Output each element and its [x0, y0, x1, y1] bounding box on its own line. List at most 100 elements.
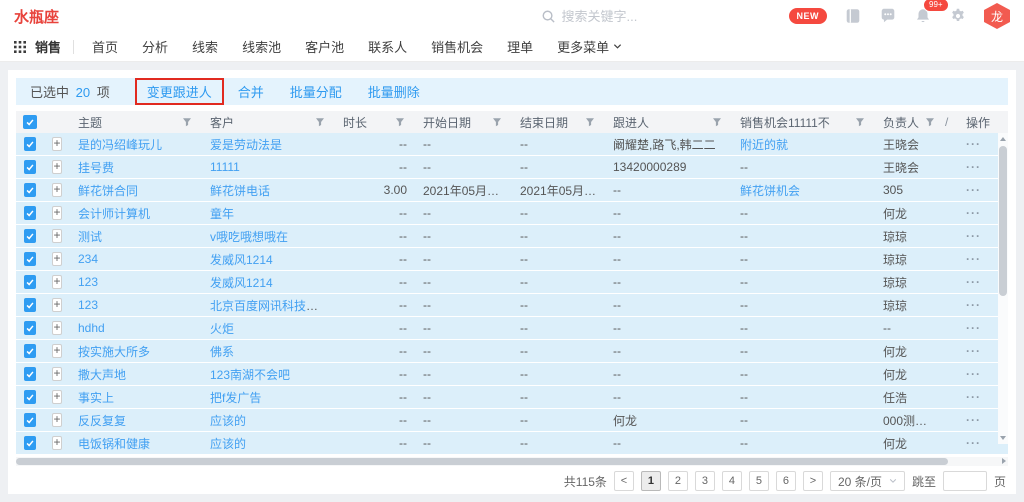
row-checkbox[interactable]	[24, 183, 36, 197]
row-checkbox[interactable]	[24, 321, 36, 335]
opportunity-link[interactable]: --	[740, 367, 748, 381]
nav-item[interactable]: 线索池	[242, 37, 281, 56]
chat-icon[interactable]	[879, 7, 897, 25]
opportunity-link[interactable]: --	[740, 206, 748, 220]
row-actions-button[interactable]: ···	[966, 137, 981, 151]
column-header[interactable]: 客户	[202, 111, 335, 133]
settings-gear-icon[interactable]	[949, 7, 967, 25]
opportunity-link[interactable]: --	[740, 229, 748, 243]
row-checkbox[interactable]	[24, 275, 36, 289]
row-actions-button[interactable]: ···	[966, 206, 981, 220]
notifications-button[interactable]: 99+	[914, 7, 932, 25]
vertical-scrollbar[interactable]	[998, 133, 1008, 444]
row-actions-button[interactable]: ···	[966, 275, 981, 289]
prev-page-button[interactable]: <	[614, 471, 634, 491]
row-checkbox[interactable]	[24, 436, 36, 450]
row-checkbox[interactable]	[24, 367, 36, 381]
row-actions-button[interactable]: ···	[966, 436, 981, 450]
nav-item[interactable]: 线索	[192, 37, 218, 56]
subject-link[interactable]: 测试	[78, 230, 102, 244]
row-actions-button[interactable]: ···	[966, 183, 981, 197]
subject-link[interactable]: 电饭锅和健康	[78, 437, 150, 451]
opportunity-link[interactable]: --	[740, 252, 748, 266]
row-expand-button[interactable]: +	[52, 206, 62, 220]
row-expand-button[interactable]: +	[52, 436, 62, 450]
row-actions-button[interactable]: ···	[966, 344, 981, 358]
customer-link[interactable]: 鲜花饼电话	[210, 184, 270, 198]
column-header[interactable]: 销售机会11111不	[732, 111, 875, 133]
subject-link[interactable]: 鲜花饼合同	[78, 184, 138, 198]
notebook-icon[interactable]	[844, 7, 862, 25]
opportunity-link[interactable]: --	[740, 436, 748, 450]
nav-item[interactable]: 理单	[507, 37, 533, 56]
nav-item[interactable]: 联系人	[368, 37, 407, 56]
column-header[interactable]: 时长	[335, 111, 415, 133]
nav-item[interactable]: 分析	[142, 37, 168, 56]
batch-assign-button[interactable]: 批量分配	[290, 82, 342, 101]
filter-funnel-icon[interactable]	[925, 117, 935, 127]
column-header[interactable]: 跟进人	[605, 111, 732, 133]
subject-link[interactable]: 123	[78, 298, 98, 312]
subject-link[interactable]: 事实上	[78, 391, 114, 405]
customer-link[interactable]: 应该的	[210, 414, 246, 428]
row-expand-button[interactable]: +	[52, 229, 62, 243]
filter-funnel-icon[interactable]	[585, 117, 595, 127]
nav-item[interactable]: 客户池	[305, 37, 344, 56]
row-expand-button[interactable]: +	[52, 321, 62, 335]
customer-link[interactable]: 火炬	[210, 322, 234, 336]
row-actions-button[interactable]: ···	[966, 321, 981, 335]
row-actions-button[interactable]: ···	[966, 413, 981, 427]
customer-link[interactable]: 发威风1214	[210, 276, 273, 290]
apps-grid-icon[interactable]	[14, 41, 26, 53]
column-header[interactable]: 结束日期	[512, 111, 605, 133]
subject-link[interactable]: hdhd	[78, 321, 105, 335]
column-header[interactable]: 负责人	[875, 111, 945, 133]
row-expand-button[interactable]: +	[52, 298, 62, 312]
nav-item[interactable]: 首页	[92, 37, 118, 56]
opportunity-link[interactable]: --	[740, 344, 748, 358]
filter-funnel-icon[interactable]	[492, 117, 502, 127]
row-checkbox[interactable]	[24, 298, 36, 312]
row-expand-button[interactable]: +	[52, 137, 62, 151]
page-number-button[interactable]: 4	[722, 471, 742, 491]
filter-funnel-icon[interactable]	[855, 117, 865, 127]
nav-more-menu[interactable]: 更多菜单	[557, 37, 622, 56]
scroll-up-arrow-icon[interactable]	[1000, 137, 1006, 141]
scroll-right-arrow-icon[interactable]	[1002, 458, 1006, 464]
customer-link[interactable]: 发威风1214	[210, 253, 273, 267]
subject-link[interactable]: 反反复复	[78, 414, 126, 428]
filter-funnel-icon[interactable]	[395, 117, 405, 127]
filter-funnel-icon[interactable]	[712, 117, 722, 127]
row-expand-button[interactable]: +	[52, 413, 62, 427]
page-number-button[interactable]: 5	[749, 471, 769, 491]
opportunity-link[interactable]: --	[740, 275, 748, 289]
row-actions-button[interactable]: ···	[966, 367, 981, 381]
row-checkbox[interactable]	[24, 413, 36, 427]
page-size-select[interactable]: 20 条/页	[830, 471, 905, 491]
row-expand-button[interactable]: +	[52, 252, 62, 266]
row-expand-button[interactable]: +	[52, 183, 62, 197]
next-page-button[interactable]: >	[803, 471, 823, 491]
jump-page-input[interactable]	[943, 471, 987, 491]
batch-delete-button[interactable]: 批量删除	[368, 82, 420, 101]
column-header[interactable]: 主题	[70, 111, 202, 133]
module-title[interactable]: 销售	[35, 37, 61, 56]
select-all-checkbox[interactable]	[23, 115, 37, 129]
column-header[interactable]: 开始日期	[415, 111, 512, 133]
row-expand-button[interactable]: +	[52, 275, 62, 289]
page-number-button[interactable]: 3	[695, 471, 715, 491]
row-checkbox[interactable]	[24, 229, 36, 243]
subject-link[interactable]: 123	[78, 275, 98, 289]
subject-link[interactable]: 234	[78, 252, 98, 266]
opportunity-link[interactable]: 鲜花饼机会	[740, 184, 800, 198]
opportunity-link[interactable]: 附近的就	[740, 138, 788, 152]
change-follower-button[interactable]: 变更跟进人	[147, 85, 212, 100]
opportunity-link[interactable]: --	[740, 321, 748, 335]
search-input[interactable]	[562, 9, 712, 24]
row-checkbox[interactable]	[24, 137, 36, 151]
page-number-button[interactable]: 2	[668, 471, 688, 491]
row-checkbox[interactable]	[24, 206, 36, 220]
row-checkbox[interactable]	[24, 344, 36, 358]
customer-link[interactable]: v哦吃哦想哦在	[210, 230, 288, 244]
row-actions-button[interactable]: ···	[966, 252, 981, 266]
